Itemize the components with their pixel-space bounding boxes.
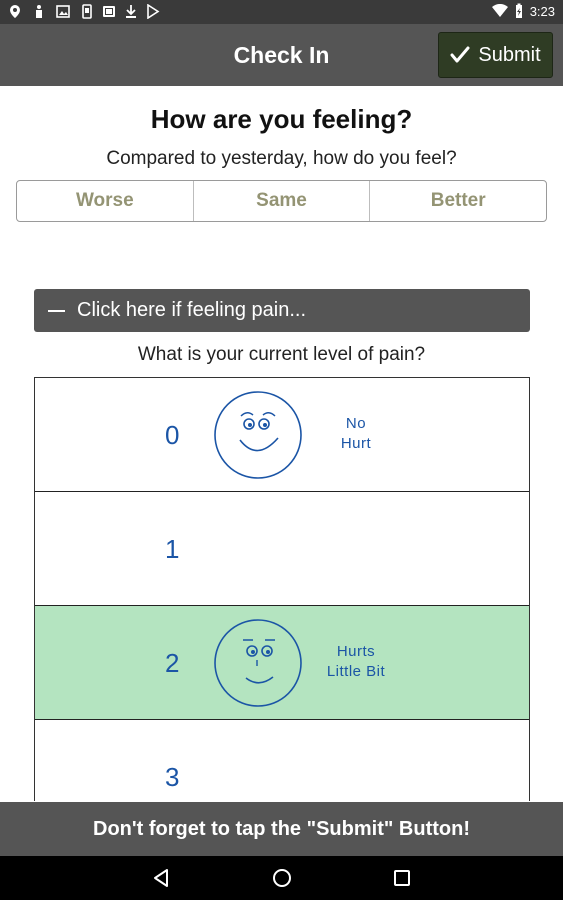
pain-scale-list[interactable]: 0 No Hurt 1 2 Hurts Little Bit 3 (34, 377, 530, 801)
checkmark-icon (450, 46, 470, 63)
pain-level-1[interactable]: 1 (35, 492, 529, 606)
option-better[interactable]: Better (370, 181, 546, 221)
home-icon[interactable] (270, 866, 294, 890)
option-worse[interactable]: Worse (17, 181, 194, 221)
pain-question: What is your current level of pain? (137, 344, 426, 365)
no-hurt-face-icon (214, 391, 302, 479)
submit-button[interactable]: Submit (438, 32, 553, 78)
back-icon[interactable] (149, 866, 173, 890)
status-bar: 3:23 (0, 0, 563, 24)
feeling-options: Worse Same Better (16, 180, 547, 222)
pain-toggle-button[interactable]: Click here if feeling pain... (34, 289, 530, 332)
pain-level-description: Hurts Little Bit (326, 643, 386, 680)
pain-level-number: 0 (165, 420, 180, 450)
pain-level-number: 3 (165, 762, 180, 792)
pain-level-2[interactable]: 2 Hurts Little Bit (35, 606, 529, 720)
pain-level-description: No Hurt (340, 415, 372, 452)
submit-reminder: Don't forget to tap the "Submit" Button! (0, 802, 563, 856)
wifi-icon (491, 4, 508, 17)
hurts-little-bit-face-icon (214, 619, 302, 707)
feeling-heading: How are you feeling? (150, 104, 413, 134)
option-same[interactable]: Same (194, 181, 371, 221)
collapse-icon (48, 309, 65, 312)
photo-icon (103, 6, 115, 17)
status-time: 3:23 (529, 3, 555, 19)
play-store-icon (147, 4, 160, 19)
pain-level-3[interactable]: 3 (35, 720, 529, 801)
recents-icon[interactable] (390, 866, 414, 890)
pain-level-0[interactable]: 0 No Hurt (35, 378, 529, 492)
image-icon (56, 5, 70, 18)
app-bar: Check In Submit (0, 24, 563, 86)
accessibility-icon (36, 5, 42, 18)
battery-charging-icon (515, 3, 522, 18)
status-right: 3:23 (491, 3, 555, 19)
submit-label: Submit (478, 43, 541, 66)
compare-question: Compared to yesterday, how do you feel? (106, 148, 457, 169)
pain-level-number: 2 (165, 648, 180, 678)
pain-level-number: 1 (165, 534, 180, 564)
location-icon (10, 5, 20, 18)
download-icon (126, 5, 136, 18)
pain-toggle-label: Click here if feeling pain... (77, 299, 307, 321)
phone-icon (82, 4, 92, 19)
navigation-bar (0, 856, 563, 900)
